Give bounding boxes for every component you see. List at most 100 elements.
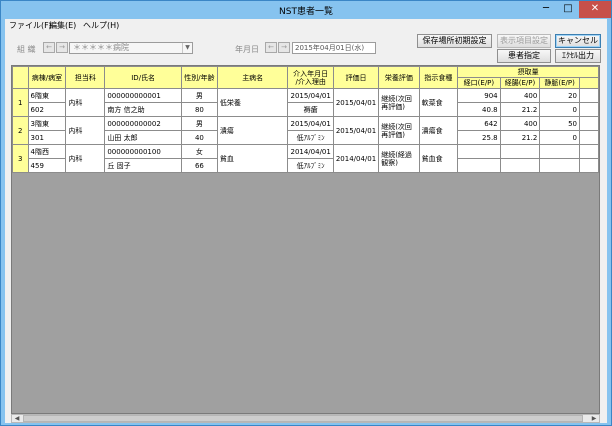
header-sex-age[interactable]: 性別/年齢 — [180, 66, 218, 89]
cell-tube-p[interactable]: 21.2 — [499, 102, 541, 117]
cell-age[interactable]: 80 — [180, 102, 218, 117]
row-number[interactable]: 1 — [12, 88, 29, 117]
cell-ward[interactable]: 3階東 — [27, 116, 67, 131]
header-intake[interactable]: 摂取量 — [457, 66, 599, 78]
ward-prev-button[interactable]: ← — [43, 42, 55, 53]
cell-id[interactable]: 000000000002 — [104, 116, 182, 131]
cell-extra[interactable] — [578, 158, 599, 173]
cell-intervention-reason[interactable]: 低ｱﾙﾌﾞﾐﾝ — [287, 130, 334, 145]
cell-tube-e[interactable]: 400 — [499, 116, 541, 131]
save-location-button[interactable]: 保存場所初期設定 — [417, 34, 492, 48]
cell-disease[interactable]: 貧血 — [216, 144, 289, 173]
cell-tube-e[interactable]: 400 — [499, 88, 541, 103]
cell-iv-p[interactable]: 0 — [539, 130, 580, 145]
cell-iv-e[interactable]: 50 — [539, 116, 580, 131]
ward-select[interactable]: ＊＊＊＊＊病院 ▼ — [69, 42, 193, 54]
cell-eval-date[interactable]: 2015/04/01 — [332, 116, 380, 145]
cell-diet[interactable]: 潰瘍食 — [418, 116, 459, 145]
cell-sex[interactable]: 女 — [180, 144, 218, 159]
cell-iv-e[interactable]: 20 — [539, 88, 580, 103]
header-eval-date[interactable]: 評価日 — [332, 66, 380, 89]
cell-extra[interactable] — [578, 144, 599, 159]
cell-sex[interactable]: 男 — [180, 116, 218, 131]
cell-intervention-date[interactable]: 2015/04/01 — [287, 116, 334, 131]
cell-intervention-date[interactable]: 2015/04/01 — [287, 88, 334, 103]
menu-edit[interactable]: 編集(E) — [49, 20, 76, 31]
cell-eval-date[interactable]: 2015/04/01 — [332, 88, 380, 117]
cell-oral-e[interactable]: 642 — [457, 116, 501, 131]
date-next-button[interactable]: → — [278, 42, 290, 53]
minimize-button[interactable]: ─ — [535, 1, 557, 18]
cell-tube-p[interactable]: 21.2 — [499, 130, 541, 145]
cell-dept[interactable]: 内科 — [65, 144, 106, 173]
cell-sex[interactable]: 男 — [180, 88, 218, 103]
cell-ward[interactable]: 4階西 — [27, 144, 67, 159]
cell-dept[interactable]: 内科 — [65, 116, 106, 145]
cell-eval-date[interactable]: 2014/04/01 — [332, 144, 380, 173]
cell-diet[interactable]: 貧血食 — [418, 144, 459, 173]
header-dept[interactable]: 担当科 — [65, 66, 106, 89]
cancel-button[interactable]: キャンセル — [555, 34, 601, 48]
cell-oral-p[interactable]: 40.8 — [457, 102, 501, 117]
header-tube[interactable]: 経腸(E/P) — [499, 77, 541, 89]
ward-next-button[interactable]: → — [56, 42, 68, 53]
cell-oral-e[interactable]: 904 — [457, 88, 501, 103]
maximize-button[interactable]: □ — [557, 1, 579, 18]
cell-ward[interactable]: 6階東 — [27, 88, 67, 103]
cell-extra[interactable] — [578, 88, 599, 103]
cell-intervention-reason[interactable]: 低ｱﾙﾌﾞﾐﾝ — [287, 158, 334, 173]
cell-room[interactable]: 301 — [27, 130, 67, 145]
cell-name[interactable]: 山田 太郎 — [104, 130, 182, 145]
scroll-right-icon[interactable]: ▶ — [589, 415, 599, 422]
cell-disease[interactable]: 低栄養 — [216, 88, 289, 117]
date-field[interactable]: 2015年04月01日(水) — [292, 42, 376, 54]
scroll-thumb[interactable] — [23, 415, 583, 422]
excel-export-button[interactable]: ｴｸｾﾙ出力 — [555, 49, 601, 63]
header-oral[interactable]: 経口(E/P) — [457, 77, 501, 89]
table-row[interactable]: 1 6階東 内科 000000000001 男 低栄養 2015/04/01 2… — [12, 88, 599, 117]
patient-grid[interactable]: 病棟/病室 担当科 ID/氏名 性別/年齢 主病名 介入年月日 /介入理由 評価… — [11, 65, 600, 414]
cell-room[interactable]: 459 — [27, 158, 67, 173]
display-settings-button[interactable]: 表示項目設定 — [497, 34, 551, 48]
cell-name[interactable]: 丘 固子 — [104, 158, 182, 173]
horizontal-scrollbar[interactable]: ◀ ▶ — [11, 414, 600, 423]
table-row[interactable]: 2 3階東 内科 000000000002 男 潰瘍 2015/04/01 20… — [12, 116, 599, 145]
cell-intervention-reason[interactable]: 褥瘡 — [287, 102, 334, 117]
cell-tube-p[interactable] — [499, 158, 541, 173]
cell-iv-p[interactable] — [539, 158, 580, 173]
cell-disease[interactable]: 潰瘍 — [216, 116, 289, 145]
header-disease[interactable]: 主病名 — [216, 66, 289, 89]
chevron-down-icon[interactable]: ▼ — [182, 43, 192, 53]
menu-help[interactable]: ヘルプ(H) — [83, 20, 119, 31]
cell-iv-e[interactable] — [539, 144, 580, 159]
cell-age[interactable]: 40 — [180, 130, 218, 145]
cell-oral-p[interactable] — [457, 158, 501, 173]
cell-extra[interactable] — [578, 116, 599, 131]
cell-oral-p[interactable]: 25.8 — [457, 130, 501, 145]
cell-id[interactable]: 000000000100 — [104, 144, 182, 159]
cell-room[interactable]: 602 — [27, 102, 67, 117]
cell-extra[interactable] — [578, 102, 599, 117]
header-intervention[interactable]: 介入年月日 /介入理由 — [287, 66, 334, 89]
cell-diet[interactable]: 軟菜食 — [418, 88, 459, 117]
title-bar[interactable]: NST患者一覧 ─ □ ✕ — [1, 1, 611, 19]
header-iv[interactable]: 静脈(E/P) — [539, 77, 580, 89]
header-id-name[interactable]: ID/氏名 — [104, 66, 182, 89]
header-nutrition-eval[interactable]: 栄養評価 — [378, 66, 420, 89]
cell-name[interactable]: 南方 信之助 — [104, 102, 182, 117]
patient-select-button[interactable]: 患者指定 — [497, 49, 551, 63]
header-ward-room[interactable]: 病棟/病室 — [27, 66, 67, 89]
menu-file[interactable]: ファイル(F) — [9, 20, 52, 31]
cell-nutrition-eval[interactable]: 継続(次回再評価) — [378, 116, 420, 145]
cell-iv-p[interactable]: 0 — [539, 102, 580, 117]
cell-intervention-date[interactable]: 2014/04/01 — [287, 144, 334, 159]
row-number[interactable]: 3 — [12, 144, 29, 173]
row-number[interactable]: 2 — [12, 116, 29, 145]
cell-dept[interactable]: 内科 — [65, 88, 106, 117]
date-prev-button[interactable]: ← — [265, 42, 277, 53]
cell-extra[interactable] — [578, 130, 599, 145]
header-diet[interactable]: 指示食種 — [418, 66, 459, 89]
table-row[interactable]: 3 4階西 内科 000000000100 女 貧血 2014/04/01 20… — [12, 144, 599, 173]
cell-age[interactable]: 66 — [180, 158, 218, 173]
cell-id[interactable]: 000000000001 — [104, 88, 182, 103]
